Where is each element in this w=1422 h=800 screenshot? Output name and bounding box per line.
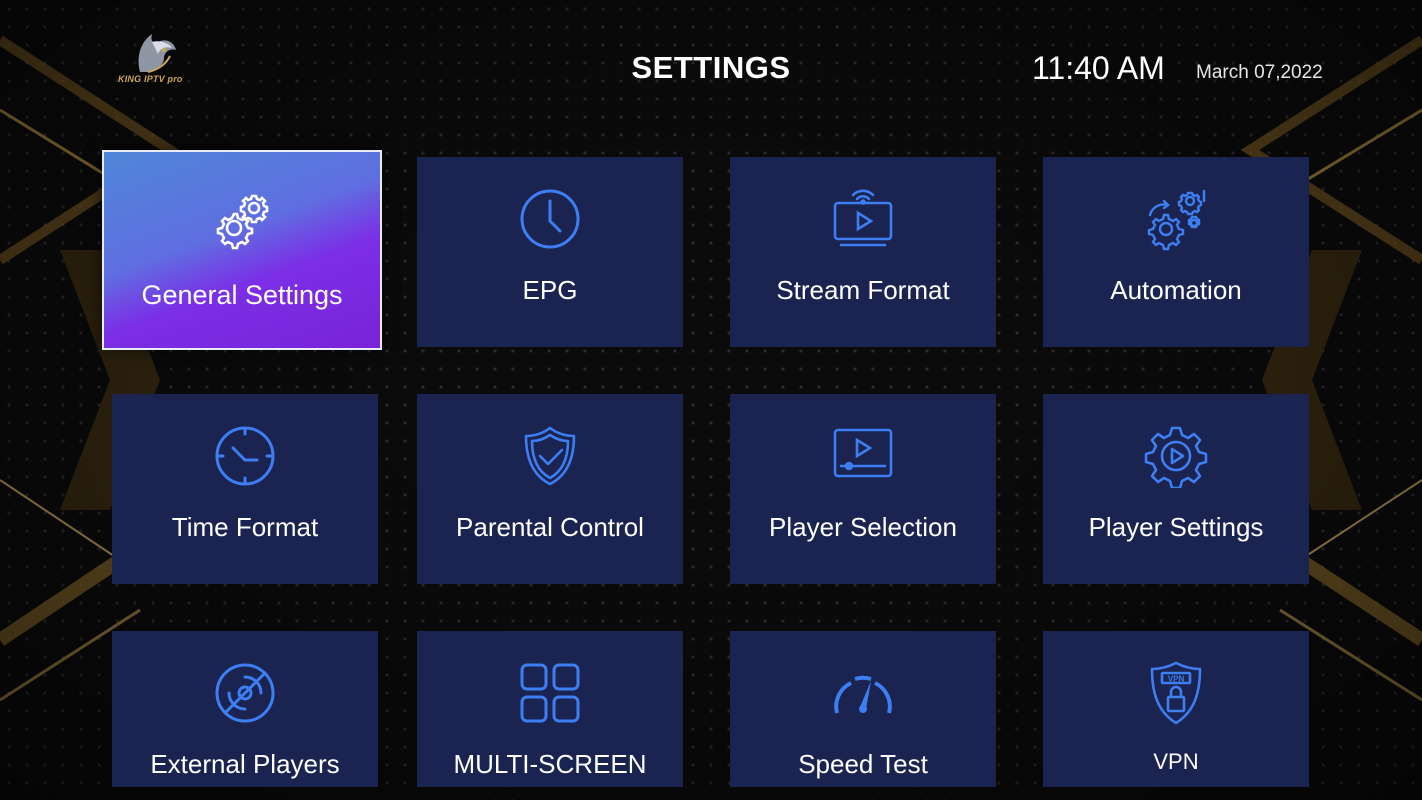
- tile-label: MULTI-SCREEN: [453, 749, 647, 779]
- automation-gears-icon: [1147, 189, 1206, 251]
- speedometer-icon: [834, 675, 892, 714]
- tile-parental-control[interactable]: Parental Control: [417, 394, 683, 584]
- tile-label: Stream Format: [776, 275, 950, 305]
- tile-stream-format[interactable]: Stream Format: [730, 157, 996, 347]
- tile-player-settings[interactable]: Player Settings: [1043, 394, 1309, 584]
- tile-label: VPN: [1153, 749, 1199, 774]
- tile-label: Player Selection: [769, 512, 957, 542]
- page-title: SETTINGS: [631, 50, 791, 85]
- tile-player-selection[interactable]: Player Selection: [730, 394, 996, 584]
- tile-label: Player Settings: [1088, 512, 1264, 542]
- tile-label: Time Format: [171, 512, 319, 542]
- clock-date: March 07,2022: [1196, 62, 1323, 83]
- video-player-icon: [833, 428, 893, 478]
- svg-text:VPN: VPN: [1168, 675, 1185, 684]
- stream-screen-icon: [833, 189, 893, 247]
- tile-external-players[interactable]: External Players: [112, 631, 378, 787]
- tile-automation[interactable]: Automation: [1043, 157, 1309, 347]
- clock-time: 11:40 AM: [1032, 50, 1165, 86]
- wolf-logo-icon: [138, 34, 176, 73]
- tile-general-settings[interactable]: General Settings: [102, 150, 382, 350]
- tile-epg[interactable]: EPG: [417, 157, 683, 347]
- tile-label: Automation: [1110, 275, 1242, 305]
- tile-label: EPG: [522, 275, 578, 305]
- tile-label: Parental Control: [456, 512, 644, 542]
- time-clock-icon: [215, 426, 275, 486]
- logo-text: KING IPTV pro: [118, 74, 183, 84]
- tile-multi-screen[interactable]: MULTI-SCREEN: [417, 631, 683, 787]
- vpn-lock-icon: VPN: [1150, 661, 1202, 725]
- tile-label: External Players: [150, 749, 340, 779]
- tile-time-format[interactable]: Time Format: [112, 394, 378, 584]
- app-logo: KING IPTV pro: [118, 28, 194, 92]
- gear-play-icon: [1144, 426, 1208, 488]
- tile-label: Speed Test: [798, 749, 928, 779]
- tile-speed-test[interactable]: Speed Test: [730, 631, 996, 787]
- tile-vpn[interactable]: VPN VPN: [1043, 631, 1309, 787]
- shield-check-icon: [524, 426, 576, 486]
- clock-icon: [520, 189, 580, 249]
- grid-icon: [520, 663, 580, 723]
- gears-icon: [216, 194, 269, 250]
- disc-off-icon: [215, 663, 275, 723]
- tile-label: General Settings: [141, 280, 343, 310]
